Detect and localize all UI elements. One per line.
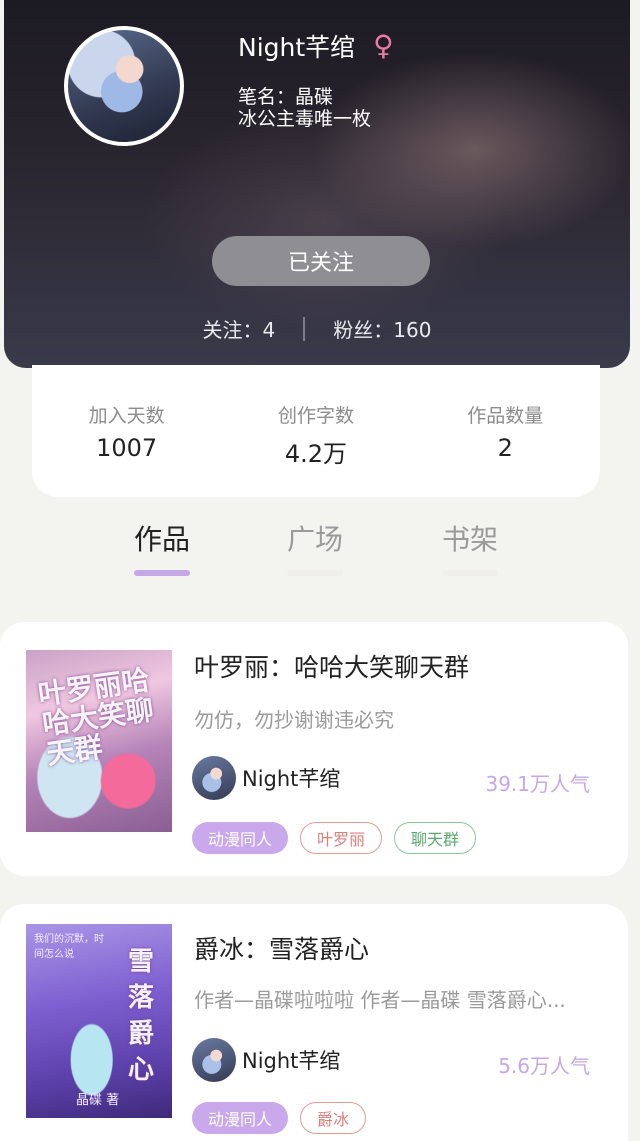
stat-join-days: 加入天数 1007 [47,401,207,462]
cover-title: 叶罗丽哈哈大笑聊天群 [36,663,156,771]
divider [303,316,306,341]
work-title[interactable]: 爵冰：雪落爵心 [194,930,369,966]
tab-indicator [442,570,498,576]
followers-count[interactable]: 粉丝：160 [333,314,431,343]
stat-label: 加入天数 [88,405,165,427]
author-name: Night芊绾 [242,767,341,791]
bio: 冰公主毒唯一枚 [238,108,372,130]
work-title[interactable]: 叶罗丽：哈哈大笑聊天群 [194,648,469,684]
stat-value: 2 [497,434,513,462]
tab-label: 书架 [441,523,498,556]
author-row[interactable]: Night芊绾 [192,1038,340,1082]
follow-button[interactable]: 已关注 [212,236,430,286]
work-card[interactable]: 我们的沉默，时间怎么说 雪落爵心 晶碟 著 爵冰：雪落爵心 作者—晶碟啦啦啦 作… [0,904,628,1141]
stat-value: 4.2万 [284,440,348,468]
tag-list: 动漫同人 爵冰 [192,1102,378,1134]
tab-indicator [134,570,190,576]
author-name: Night芊绾 [242,1049,341,1073]
follow-stats: 关注：4 粉丝：160 [4,314,630,343]
name-row: Night芊绾 ♀ [238,28,394,64]
tag[interactable]: 聊天群 [394,822,477,854]
stat-label: 创作字数 [277,405,354,427]
tag-list: 动漫同人 叶罗丽 聊天群 [192,822,488,854]
tag[interactable]: 动漫同人 [192,1102,289,1134]
stat-works-count: 作品数量 2 [425,401,585,462]
tag[interactable]: 叶罗丽 [300,822,383,854]
profile-header: Night芊绾 ♀ 笔名：晶碟 冰公主毒唯一枚 已关注 关注：4 粉丝：160 [4,0,630,368]
following-count[interactable]: 关注：4 [203,314,276,343]
tab-label: 广场 [286,523,343,556]
stat-word-count: 创作字数 4.2万 [236,401,396,469]
author-row[interactable]: Night芊绾 [192,756,340,800]
female-icon: ♀ [373,29,394,62]
work-card[interactable]: 叶罗丽哈哈大笑聊天群 叶罗丽：哈哈大笑聊天群 勿仿，勿抄谢谢违必究 Night芊… [0,622,628,876]
stats-card: 加入天数 1007 创作字数 4.2万 作品数量 2 [32,365,600,497]
tag[interactable]: 动漫同人 [192,822,289,854]
book-cover[interactable]: 叶罗丽哈哈大笑聊天群 [26,650,172,832]
author-profile-page: Night芊绾 ♀ 笔名：晶碟 冰公主毒唯一枚 已关注 关注：4 粉丝：160 … [0,0,640,1141]
tag[interactable]: 爵冰 [300,1102,367,1134]
author-avatar [192,756,236,800]
profile-tabs: 作品 广场 书架 [0,518,640,588]
tab-indicator [287,570,343,576]
work-description: 作者—晶碟啦啦啦 作者—晶碟 雪落爵心... [194,988,566,1012]
stat-value: 1007 [96,434,158,462]
work-description: 勿仿，勿抄谢谢违必究 [194,708,394,732]
cover-note: 我们的沉默，时间怎么说 [34,934,104,960]
tab-label: 作品 [133,523,190,556]
cover-author: 晶碟 著 [76,1093,120,1108]
book-cover[interactable]: 我们的沉默，时间怎么说 雪落爵心 晶碟 著 [26,924,172,1118]
user-name: Night芊绾 [238,33,356,62]
avatar[interactable] [64,26,184,146]
popularity: 39.1万人气 [485,772,590,796]
author-avatar [192,1038,236,1082]
tab-square[interactable]: 广场 [255,518,375,576]
stat-label: 作品数量 [467,405,544,427]
popularity: 5.6万人气 [498,1054,590,1078]
tab-bookshelf[interactable]: 书架 [410,518,530,576]
tab-works[interactable]: 作品 [102,518,222,576]
cover-title: 雪落爵心 [128,947,155,1085]
